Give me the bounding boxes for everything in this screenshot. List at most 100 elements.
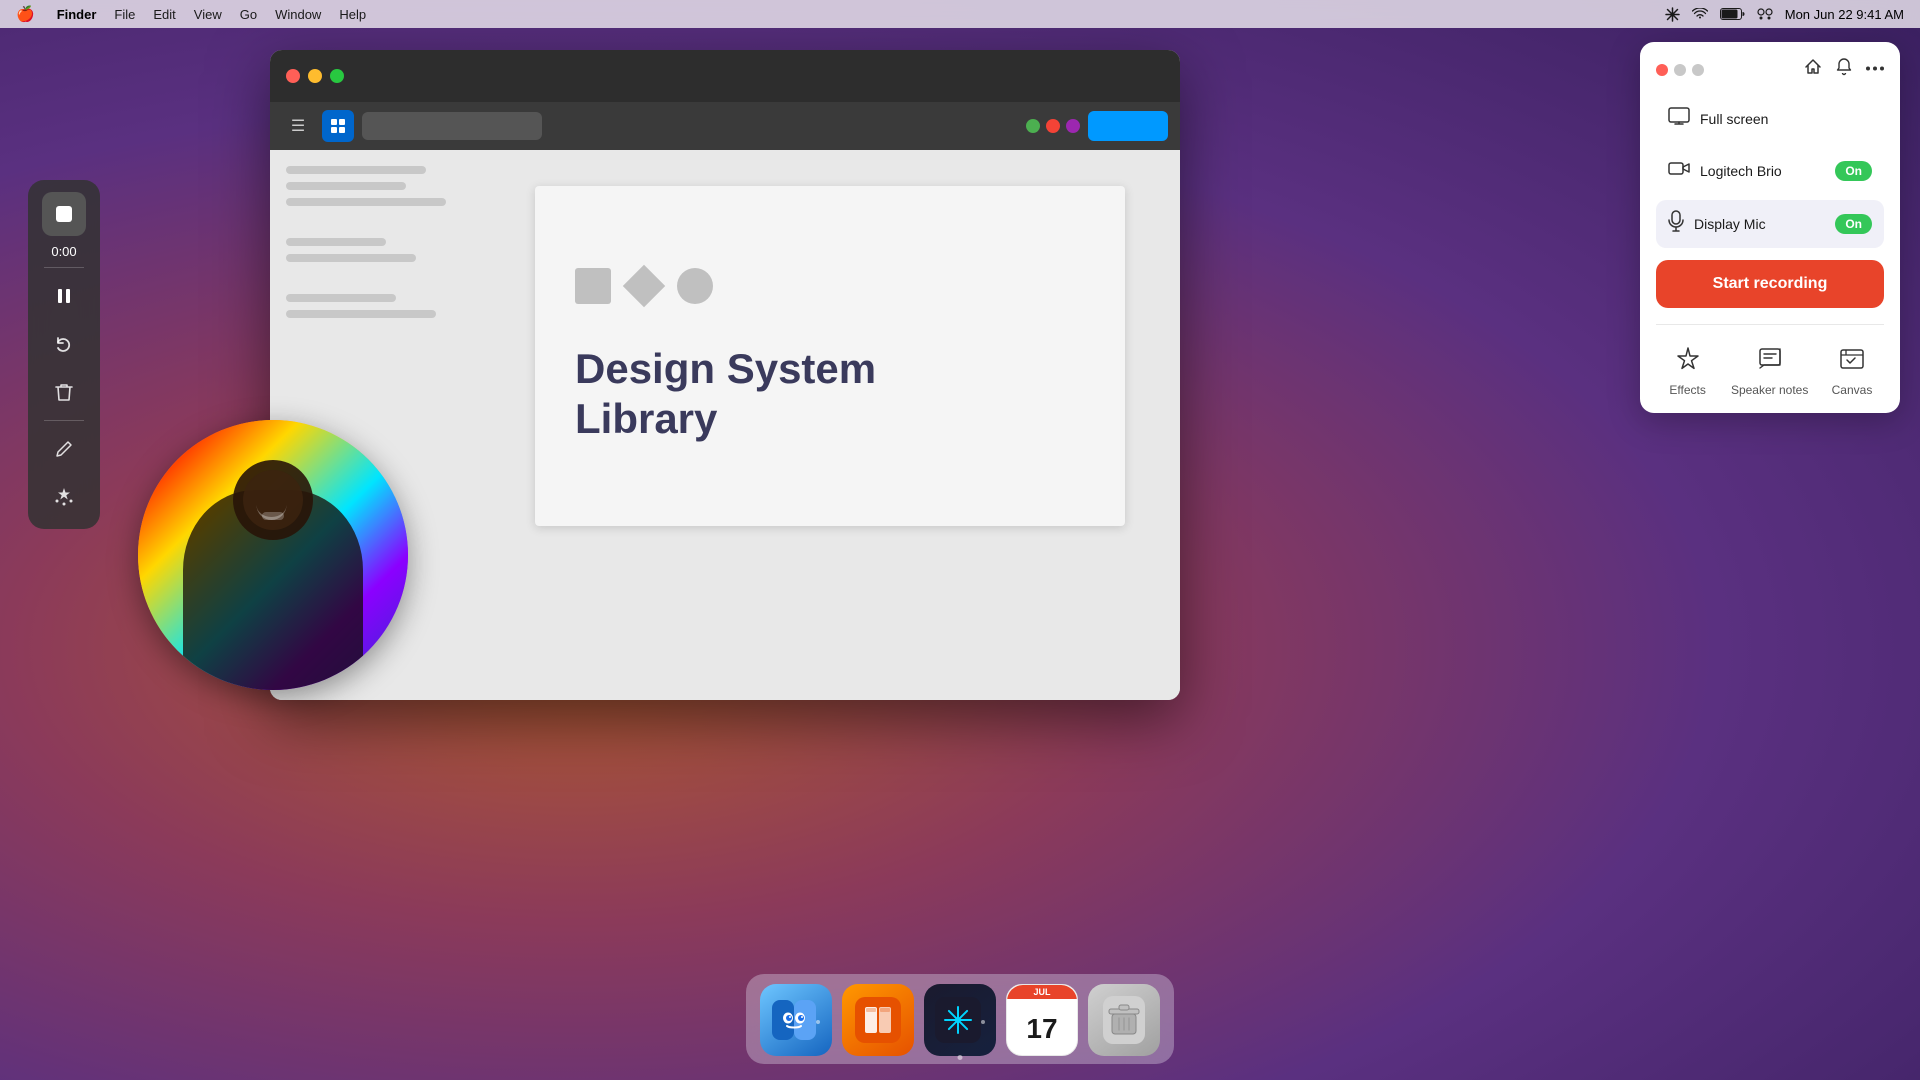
grid-view-button[interactable] [322, 110, 354, 142]
stop-icon [56, 206, 72, 222]
recording-panel: Full screen Logitech Brio On Display Mic… [1640, 42, 1900, 413]
color-dot-green [1026, 119, 1040, 133]
mic-row[interactable]: Display Mic On [1656, 200, 1884, 248]
mic-label: Display Mic [1694, 216, 1835, 232]
undo-button[interactable] [44, 324, 84, 364]
panel-close-button[interactable] [1656, 64, 1668, 76]
window-traffic-lights [286, 69, 344, 83]
shape-circle [677, 268, 713, 304]
menubar-app-name[interactable]: Finder [57, 7, 97, 22]
panel-home-icon[interactable] [1804, 58, 1822, 81]
mic-icon [1668, 210, 1684, 238]
dock-item-calendar[interactable]: JUL 17 [1006, 984, 1078, 1056]
menubar-window[interactable]: Window [275, 7, 321, 22]
toolbar-divider-2 [44, 420, 84, 421]
toolbar-record-button[interactable] [1088, 111, 1168, 141]
sidebar-line-1 [286, 166, 426, 174]
menubar-right: Mon Jun 22 9:41 AM [1665, 7, 1904, 22]
apple-menu-icon[interactable]: 🍎 [16, 5, 35, 23]
dock-dot-perplexity [981, 1020, 985, 1024]
menubar-help[interactable]: Help [339, 7, 366, 22]
panel-minimize-button[interactable] [1674, 64, 1686, 76]
speaker-notes-label: Speaker notes [1731, 383, 1808, 397]
panel-header [1656, 58, 1884, 81]
menubar-go[interactable]: Go [240, 7, 257, 22]
monitor-icon [1668, 107, 1690, 131]
camera-row[interactable]: Logitech Brio On [1656, 149, 1884, 192]
speaker-notes-button[interactable]: Speaker notes [1731, 339, 1808, 397]
toolbar-color-dots [1026, 119, 1080, 133]
menubar-view[interactable]: View [194, 7, 222, 22]
panel-more-icon[interactable] [1866, 58, 1884, 81]
sidebar-line-3 [286, 198, 446, 206]
canvas-button[interactable]: Canvas [1832, 339, 1873, 397]
dock-indicator-dot [958, 1055, 963, 1060]
dock-item-books[interactable] [842, 984, 914, 1056]
recording-toolbar: 0:00 [28, 180, 100, 529]
sidebar-line-2 [286, 182, 406, 190]
slide-preview: Design System Library [535, 186, 1125, 526]
dock: JUL 17 [746, 974, 1174, 1064]
slide-title-line1: Design System [575, 344, 876, 394]
mic-toggle[interactable]: On [1835, 214, 1872, 234]
speaker-notes-icon [1750, 339, 1790, 379]
sidebar-line-6 [286, 294, 396, 302]
effects-label: Effects [1669, 383, 1705, 397]
sidebar-items [286, 166, 464, 318]
toolbar-divider-1 [44, 267, 84, 268]
effects-button[interactable]: Effects [1668, 339, 1708, 397]
full-screen-row[interactable]: Full screen [1656, 97, 1884, 141]
menubar-file[interactable]: File [114, 7, 135, 22]
sidebar-gap [286, 214, 464, 230]
sidebar-line-5 [286, 254, 416, 262]
window-close-button[interactable] [286, 69, 300, 83]
slide-title-line2: Library [575, 394, 876, 444]
panel-bottom-icons: Effects Speaker notes [1656, 339, 1884, 397]
window-maximize-button[interactable] [330, 69, 344, 83]
dock-item-finder[interactable] [760, 984, 832, 1056]
control-center-icon[interactable] [1757, 8, 1773, 20]
dock-dot-finder [816, 1020, 820, 1024]
start-recording-label: Start recording [1713, 275, 1828, 293]
start-recording-button[interactable]: Start recording [1656, 260, 1884, 308]
pause-button[interactable] [44, 276, 84, 316]
panel-header-icons [1804, 58, 1884, 81]
sidebar-line-4 [286, 238, 386, 246]
slide-title: Design System Library [575, 344, 876, 445]
full-screen-label: Full screen [1700, 111, 1872, 127]
menu-toggle-button[interactable]: ☰ [282, 110, 314, 142]
calendar-month: JUL [1007, 985, 1077, 999]
person-face [243, 470, 303, 530]
calendar-date: 17 [1026, 1015, 1057, 1043]
dock-item-perplexity[interactable] [924, 984, 996, 1056]
main-content-area: Design System Library [480, 150, 1180, 700]
sidebar-line-7 [286, 310, 436, 318]
canvas-icon [1832, 339, 1872, 379]
camera-toggle[interactable]: On [1835, 161, 1872, 181]
snowflake-icon[interactable] [1665, 7, 1680, 22]
camera-label: Logitech Brio [1700, 163, 1835, 179]
panel-divider [1656, 324, 1884, 325]
panel-bell-icon[interactable] [1836, 58, 1852, 81]
sidebar-gap-2 [286, 270, 464, 286]
stop-recording-button[interactable] [42, 192, 86, 236]
menubar-datetime: Mon Jun 22 9:41 AM [1785, 7, 1904, 22]
wifi-icon[interactable] [1692, 8, 1708, 20]
delete-button[interactable] [44, 372, 84, 412]
camera-view [138, 420, 408, 690]
canvas-label: Canvas [1832, 383, 1873, 397]
window-minimize-button[interactable] [308, 69, 322, 83]
battery-icon [1720, 8, 1745, 20]
dock-item-trash[interactable] [1088, 984, 1160, 1056]
color-dot-purple [1066, 119, 1080, 133]
pen-tool-button[interactable] [44, 429, 84, 469]
menubar-edit[interactable]: Edit [153, 7, 175, 22]
window-titlebar [270, 50, 1180, 102]
effects-tool-button[interactable] [44, 477, 84, 517]
panel-zoom-button[interactable] [1692, 64, 1704, 76]
effects-sparkle-icon [1668, 339, 1708, 379]
search-bar[interactable] [362, 112, 542, 140]
window-toolbar: ☰ [270, 102, 1180, 150]
color-dot-red [1046, 119, 1060, 133]
shape-diamond [623, 264, 665, 306]
